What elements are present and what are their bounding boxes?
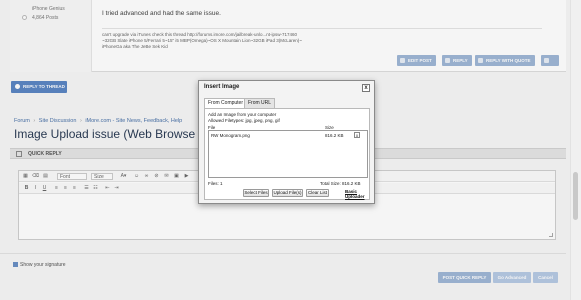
dialog-title: Insert Image <box>204 84 240 90</box>
file-row[interactable]: RW Monogram.png 816.2 KB x <box>209 132 367 139</box>
insert-image-dialog: Insert Image x From Computer From URL Ad… <box>198 80 375 204</box>
tab-from-computer[interactable]: From Computer <box>204 98 248 108</box>
files-count: Files: 1 <box>208 181 223 186</box>
remove-file-button[interactable]: x <box>354 132 360 138</box>
file-list[interactable]: RW Monogram.png 816.2 KB x <box>208 130 368 178</box>
upload-help: Add an Image from your computer Allowed … <box>208 112 280 123</box>
allowed-filetypes: Allowed Filetypes: jpg, jpeg, png, gif <box>208 117 280 123</box>
clear-list-button[interactable]: Clear List <box>306 189 329 197</box>
tab-from-url[interactable]: From URL <box>244 98 276 108</box>
select-files-button[interactable]: Select Files <box>243 189 269 197</box>
file-name: RW Monogram.png <box>211 133 250 138</box>
upload-files-button[interactable]: Upload File(s) <box>272 189 303 197</box>
total-size: Total Size: 816.2 KB <box>320 181 361 186</box>
file-size: 816.2 KB <box>325 133 344 138</box>
basic-uploader-link[interactable]: Basic Uploader <box>345 189 365 199</box>
dialog-close-button[interactable]: x <box>362 84 370 92</box>
scrollbar-thumb[interactable] <box>573 172 578 220</box>
upload-help-line: Add an Image from your computer <box>208 112 277 117</box>
page-scrollbar[interactable] <box>570 0 581 300</box>
upload-panel: Add an Image from your computer Allowed … <box>204 108 370 200</box>
